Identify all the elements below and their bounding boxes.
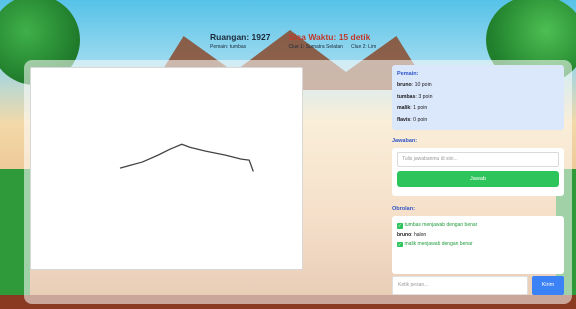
player-row: flavis: 0 poin (397, 116, 428, 123)
chat-title: Obrolan: (392, 206, 415, 212)
check-icon: ✓ (397, 241, 403, 247)
answer-box: Tulis jawabanmu di sini... Jawab (392, 148, 564, 196)
drawing-stroke (119, 143, 254, 172)
chat-input[interactable]: Ketik pesan... (392, 276, 528, 295)
send-button[interactable]: Kirim (532, 276, 564, 295)
clue-2: Clue 2: Lim (350, 44, 377, 50)
players-title: Pemain: (397, 71, 419, 77)
game-header: Ruangan: 1927 Pemain: tumbas Sisa Waktu:… (210, 32, 376, 50)
check-icon: ✓ (397, 223, 403, 229)
sidebar: Pemain: bruno: 10 poin tumbas: 3 poin ma… (392, 65, 564, 274)
player-row: malik: 1 poin (397, 105, 428, 111)
players-panel: Pemain: bruno: 10 poin tumbas: 3 poin ma… (392, 65, 564, 130)
drawing-canvas[interactable] (30, 67, 303, 270)
chat-message-system: ✓ tumbas menjawab dengan benar (397, 222, 478, 229)
players-label: Pemain: tumbas (210, 44, 247, 50)
answer-title: Jawaban: (392, 138, 418, 144)
timer-label: Sisa Waktu: 15 detik (288, 32, 371, 42)
answer-input[interactable]: Tulis jawabanmu di sini... (397, 152, 559, 167)
chat-footer: Ketik pesan... Kirim (392, 276, 564, 295)
chat-message-user: bruno: halon (397, 231, 427, 238)
player-row: bruno: 10 poin (397, 82, 432, 88)
answer-button[interactable]: Jawab (397, 171, 559, 187)
clue-1: Clue 1: Sumatra Selatan (288, 44, 343, 50)
chat-log: ✓ tumbas menjawab dengan benar bruno: hal… (392, 216, 564, 274)
chat-message-system: ✓ malik menjawab dengan benar (397, 240, 473, 247)
player-row: tumbas: 3 poin (397, 93, 433, 100)
room-label: Ruangan: 1927 (210, 32, 271, 42)
